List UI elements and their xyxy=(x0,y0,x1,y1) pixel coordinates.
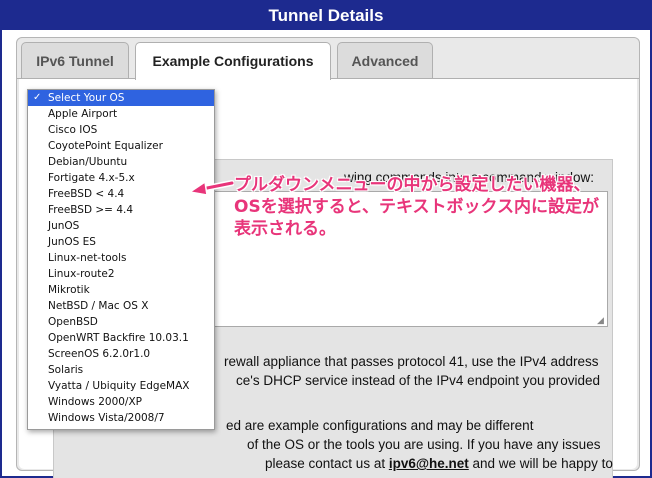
os-option-label: JunOS xyxy=(48,220,80,232)
os-option-label: Apple Airport xyxy=(48,108,118,120)
window-title: Tunnel Details xyxy=(2,2,650,30)
disclaimer-line2: of the OS or the tools you are using. If… xyxy=(247,437,601,452)
contact-text-tail: and we will be happy to xyxy=(468,456,613,471)
os-option[interactable]: Linux-net-tools xyxy=(28,250,214,266)
os-option[interactable]: Windows Vista/2008/7 xyxy=(28,410,214,426)
os-option-label: Linux-route2 xyxy=(48,268,115,280)
annotation-callout: プルダウンメニューの中から設定したい機器、 OSを選択すると、テキストボックス内… xyxy=(234,174,599,240)
os-option[interactable]: Fortigate 4.x-5.x xyxy=(28,170,214,186)
os-option[interactable]: Vyatta / Ubiquity EdgeMAX xyxy=(28,378,214,394)
os-option-label: Mikrotik xyxy=(48,284,90,296)
os-option-label: Windows 2000/XP xyxy=(48,396,142,408)
os-select-dropdown[interactable]: ✓ Select Your OS Apple Airport Cisco IOS Coy… xyxy=(27,89,215,430)
os-option-label: Select Your OS xyxy=(48,92,125,104)
annotation-arrow-icon xyxy=(188,180,234,196)
os-option[interactable]: Solaris xyxy=(28,362,214,378)
os-option-label: FreeBSD < 4.4 xyxy=(48,188,125,200)
disclaimer-line3: please contact us at ipv6@he.net and we … xyxy=(265,454,613,473)
os-option-label: JunOS ES xyxy=(48,236,96,248)
os-option-label: Cisco IOS xyxy=(48,124,98,136)
tab-advanced[interactable]: Advanced xyxy=(337,42,433,79)
os-option-label: Fortigate 4.x-5.x xyxy=(48,172,135,184)
annotation-line2: OSを選択すると、テキストボックス内に設定が xyxy=(234,197,599,217)
os-option-label: FreeBSD >= 4.4 xyxy=(48,204,134,216)
os-option-label: Linux-net-tools xyxy=(48,252,127,264)
os-option[interactable]: NetBSD / Mac OS X xyxy=(28,298,214,314)
os-option[interactable]: Windows 2000/XP xyxy=(28,394,214,410)
firewall-note-line1: rewall appliance that passes protocol 41… xyxy=(224,354,599,369)
checkmark-icon: ✓ xyxy=(33,92,42,103)
os-option-label: Vyatta / Ubiquity EdgeMAX xyxy=(48,380,190,392)
os-option[interactable]: JunOS ES xyxy=(28,234,214,250)
os-option[interactable]: FreeBSD >= 4.4 xyxy=(28,202,214,218)
disclaimer-line1: ed are example configurations and may be… xyxy=(226,418,534,433)
os-option[interactable]: CoyotePoint Equalizer xyxy=(28,138,214,154)
os-option[interactable]: Cisco IOS xyxy=(28,122,214,138)
os-option-label: OpenBSD xyxy=(48,316,98,328)
annotation-line3: 表示される。 xyxy=(234,219,336,239)
os-option[interactable]: OpenBSD xyxy=(28,314,214,330)
support-email-link[interactable]: ipv6@he.net xyxy=(389,456,469,471)
os-option-label: ScreenOS 6.2.0r1.0 xyxy=(48,348,151,360)
os-option-label: Debian/Ubuntu xyxy=(48,156,128,168)
os-option[interactable]: Mikrotik xyxy=(28,282,214,298)
os-option-label: OpenWRT Backfire 10.03.1 xyxy=(48,332,189,344)
os-option[interactable]: JunOS xyxy=(28,218,214,234)
os-option-label: NetBSD / Mac OS X xyxy=(48,300,149,312)
os-option[interactable]: OpenWRT Backfire 10.03.1 xyxy=(28,330,214,346)
annotation-line1: プルダウンメニューの中から設定したい機器、 xyxy=(234,175,591,195)
os-option-label: Windows Vista/2008/7 xyxy=(48,412,165,424)
contact-text: please contact us at xyxy=(265,456,389,471)
os-option[interactable]: Debian/Ubuntu xyxy=(28,154,214,170)
tab-ipv6-tunnel[interactable]: IPv6 Tunnel xyxy=(21,42,129,79)
os-option[interactable]: Linux-route2 xyxy=(28,266,214,282)
os-option[interactable]: FreeBSD < 4.4 xyxy=(28,186,214,202)
os-option[interactable]: ScreenOS 6.2.0r1.0 xyxy=(28,346,214,362)
resize-grip-icon[interactable]: ◢ xyxy=(597,316,606,325)
os-option[interactable]: ✓ Select Your OS xyxy=(28,90,214,106)
firewall-note-line2: ce's DHCP service instead of the IPv4 en… xyxy=(236,373,601,388)
os-option-label: Solaris xyxy=(48,364,84,376)
os-option[interactable]: Apple Airport xyxy=(28,106,214,122)
os-option-label: CoyotePoint Equalizer xyxy=(48,140,163,152)
tab-example-configurations[interactable]: Example Configurations xyxy=(135,42,331,80)
